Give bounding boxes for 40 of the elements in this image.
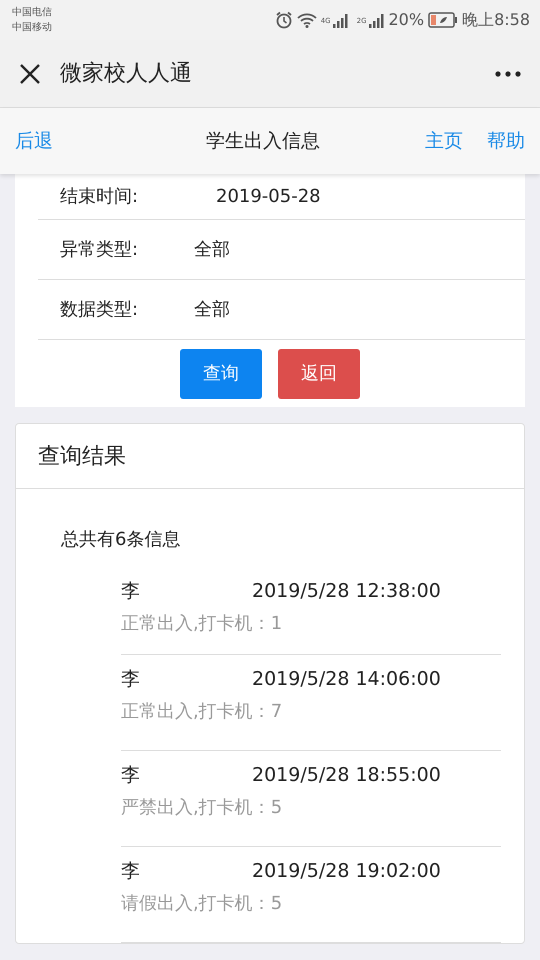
student-name: 李 bbox=[121, 579, 141, 604]
field-value: 2019-05-28 bbox=[216, 185, 321, 209]
student-name: 李 bbox=[121, 763, 141, 788]
field-value: 全部 bbox=[194, 298, 230, 322]
student-name: 李 bbox=[121, 859, 141, 884]
field-label: 结束时间: bbox=[60, 185, 140, 209]
result-count: 总共有6条信息 bbox=[60, 528, 182, 552]
clock-time: 晚上8:58 bbox=[462, 9, 530, 31]
record-time: 2019/5/28 12:38:00 bbox=[252, 579, 441, 604]
carrier-name: 中国电信 bbox=[12, 6, 52, 20]
app-title: 微家校人人通 bbox=[60, 60, 192, 88]
record-time: 2019/5/28 19:02:00 bbox=[252, 859, 441, 884]
back-link[interactable]: 后退 bbox=[15, 126, 53, 156]
card-title: 查询结果 bbox=[38, 442, 126, 470]
close-button[interactable] bbox=[18, 62, 42, 86]
record-detail: 严禁出入,打卡机：5 bbox=[121, 796, 284, 820]
signal-icon bbox=[332, 12, 349, 28]
page-title: 学生出入信息 bbox=[205, 128, 320, 154]
back-button[interactable]: 返回 bbox=[278, 348, 360, 398]
more-icon bbox=[494, 70, 522, 78]
nav-link[interactable]: 主页 bbox=[425, 126, 463, 156]
nav-link[interactable]: 帮助 bbox=[487, 126, 525, 156]
field-value: 全部 bbox=[194, 238, 230, 262]
record-time: 2019/5/28 14:06:00 bbox=[252, 667, 441, 692]
battery-icon bbox=[428, 12, 458, 28]
field-label: 异常类型: bbox=[60, 238, 140, 262]
battery-percent: 20% bbox=[388, 9, 424, 31]
record-detail: 正常出入,打卡机：7 bbox=[121, 700, 284, 724]
record-detail: 正常出入,打卡机：1 bbox=[121, 612, 284, 636]
student-name: 李 bbox=[121, 667, 141, 692]
field-label: 数据类型: bbox=[60, 298, 140, 322]
wifi-icon bbox=[296, 12, 317, 28]
record-time: 2019/5/28 18:55:00 bbox=[252, 763, 441, 788]
carrier-name: 中国移动 bbox=[12, 20, 52, 35]
more-button[interactable] bbox=[494, 70, 522, 78]
record-detail: 请假出入,打卡机：5 bbox=[121, 892, 284, 916]
query-button[interactable]: 查询 bbox=[180, 348, 262, 398]
close-icon bbox=[18, 62, 42, 86]
alarm-icon bbox=[274, 11, 293, 29]
signal-icon bbox=[368, 12, 384, 28]
